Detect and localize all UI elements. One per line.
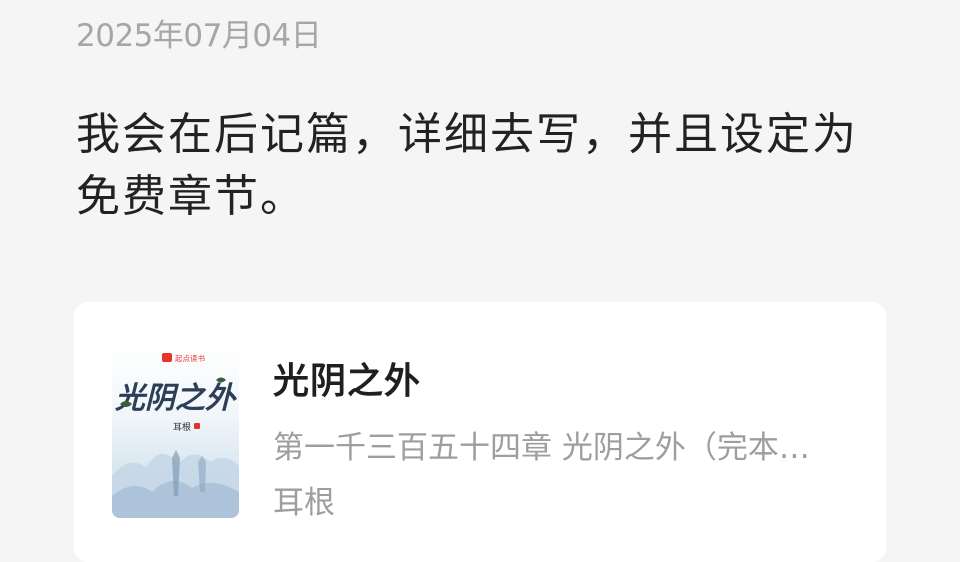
publisher-badge: 起点读书 bbox=[175, 353, 205, 363]
book-author: 耳根 bbox=[273, 485, 335, 521]
book-cover-art: 起点读书 光阴之外 耳根 bbox=[112, 353, 239, 518]
post-date: 2025年07月04日 bbox=[76, 18, 322, 54]
post-text: 我会在后记篇，详细去写，并且设定为免费章节。 bbox=[76, 109, 858, 222]
publisher-logo-icon bbox=[162, 353, 172, 362]
cover-author: 耳根 bbox=[173, 421, 191, 433]
book-title[interactable]: 光阴之外 bbox=[273, 352, 421, 404]
book-cover[interactable]: 起点读书 光阴之外 耳根 bbox=[112, 346, 239, 518]
book-card[interactable]: 起点读书 光阴之外 耳根 光阴之外 第一千三百五十四章 光阴之外（完本感言） 耳… bbox=[74, 302, 886, 562]
book-latest-chapter: 第一千三百五十四章 光阴之外（完本感言） bbox=[273, 430, 833, 466]
author-seal-icon bbox=[194, 423, 200, 429]
cover-title: 光阴之外 bbox=[114, 381, 237, 416]
